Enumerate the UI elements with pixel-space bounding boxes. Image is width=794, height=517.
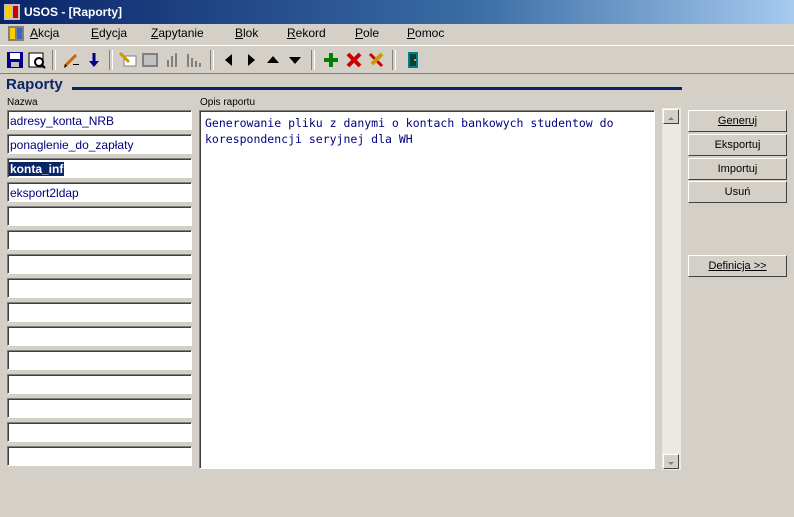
- clear-record-icon[interactable]: [366, 50, 386, 70]
- report-name-field[interactable]: [7, 278, 192, 298]
- menu-akcja-label: kcja: [38, 26, 60, 40]
- save-icon[interactable]: [5, 50, 25, 70]
- delete-button-label: Usuń: [724, 186, 751, 198]
- menu-zapytanie[interactable]: Zapytanie: [151, 26, 204, 40]
- menu-rekord[interactable]: Rekord: [287, 26, 326, 40]
- description-label: Opis raportu: [200, 97, 256, 108]
- menu-blok-mnemonic: B: [235, 26, 244, 40]
- usos-app-icon: [4, 4, 20, 20]
- scroll-up-icon: [668, 117, 674, 120]
- report-description-field[interactable]: Generowanie pliku z danymi o kontach ban…: [199, 110, 655, 469]
- report-name-field[interactable]: [7, 254, 192, 274]
- menu-bar: Akcja Edycja Zapytanie Blok Rekord Pole …: [0, 24, 794, 43]
- report-name-field[interactable]: [7, 350, 192, 370]
- print-preview-icon[interactable]: [27, 50, 47, 70]
- menu-edycja[interactable]: Edycja: [91, 26, 127, 40]
- report-name-field[interactable]: adresy_konta_NRB: [7, 110, 192, 130]
- menu-pole-label: ole: [363, 26, 380, 40]
- import-button[interactable]: Importuj: [688, 158, 787, 180]
- prev-record-icon[interactable]: [263, 50, 283, 70]
- report-name-text: konta_inf: [9, 162, 65, 176]
- section-title: Raporty: [6, 76, 63, 93]
- report-name-field[interactable]: [7, 398, 192, 418]
- bar-chart-2-icon[interactable]: [184, 50, 204, 70]
- vertical-scrollbar[interactable]: [662, 108, 681, 470]
- window-menu-icon[interactable]: [8, 26, 24, 41]
- bar-chart-icon[interactable]: [162, 50, 182, 70]
- report-name-field[interactable]: [7, 230, 192, 250]
- section-divider: [72, 87, 682, 90]
- report-name-text: eksport2ldap: [10, 186, 79, 200]
- menu-pomoc[interactable]: Pomoc: [407, 26, 444, 40]
- menu-blok[interactable]: Blok: [235, 26, 258, 40]
- toolbar-separator: [392, 50, 396, 70]
- report-name-field[interactable]: [7, 326, 192, 346]
- menu-zapytanie-label: apytanie: [158, 26, 204, 40]
- edit-pencil-icon[interactable]: [61, 50, 81, 70]
- toolbar-separator: [109, 50, 113, 70]
- export-button-label: Eksportuj: [714, 139, 761, 151]
- toolbar-separator: [210, 50, 214, 70]
- report-name-field[interactable]: [7, 422, 192, 442]
- menu-edycja-mnemonic: E: [91, 26, 100, 40]
- import-button-label: Importuj: [717, 163, 758, 175]
- menu-edycja-label: dycja: [99, 26, 128, 40]
- query-execute-icon[interactable]: [140, 50, 160, 70]
- report-name-field[interactable]: ponaglenie_do_zapłaty: [7, 134, 192, 154]
- next-block-icon[interactable]: [241, 50, 261, 70]
- query-enter-icon[interactable]: [118, 50, 138, 70]
- report-name-field[interactable]: [7, 446, 192, 466]
- report-name-field[interactable]: eksport2ldap: [7, 182, 192, 202]
- next-record-icon[interactable]: [285, 50, 305, 70]
- name-column-label: Nazwa: [7, 97, 38, 108]
- generate-button-label: Generuj: [717, 115, 758, 127]
- export-button[interactable]: Eksportuj: [688, 134, 787, 156]
- menu-pole-mnemonic: P: [355, 26, 364, 40]
- report-name-field[interactable]: [7, 302, 192, 322]
- report-name-field[interactable]: [7, 374, 192, 394]
- toolbar: [0, 45, 794, 74]
- exit-door-icon[interactable]: [403, 50, 423, 70]
- menu-pole[interactable]: Pole: [355, 26, 379, 40]
- scroll-down-icon: [668, 462, 674, 465]
- delete-button[interactable]: Usuń: [688, 181, 787, 203]
- menu-rekord-label: ekord: [295, 26, 326, 40]
- report-name-field[interactable]: [7, 206, 192, 226]
- definition-button-label: Definicja >>: [708, 260, 767, 272]
- title-bar[interactable]: USOS - [Raporty]: [0, 0, 794, 24]
- scroll-down-button[interactable]: [663, 454, 679, 469]
- report-name-field[interactable]: konta_inf: [7, 158, 192, 178]
- menu-pomoc-label: omoc: [415, 26, 445, 40]
- report-name-text: ponaglenie_do_zapłaty: [10, 138, 134, 152]
- generate-button[interactable]: Generuj: [688, 110, 787, 132]
- toolbar-separator: [311, 50, 315, 70]
- menu-blok-label: lok: [243, 26, 259, 40]
- definition-button[interactable]: Definicja >>: [688, 255, 787, 277]
- report-description-text: Generowanie pliku z danymi o kontach ban…: [205, 116, 614, 146]
- status-area: [0, 473, 794, 517]
- prev-block-icon[interactable]: [219, 50, 239, 70]
- report-name-text: adresy_konta_NRB: [10, 114, 115, 128]
- menu-akcja[interactable]: Akcja: [30, 26, 59, 40]
- menu-rekord-mnemonic: R: [287, 26, 296, 40]
- insert-record-icon[interactable]: [321, 50, 341, 70]
- toolbar-separator: [52, 50, 56, 70]
- window-title: USOS - [Raporty]: [24, 5, 123, 19]
- menu-akcja-mnemonic: A: [30, 26, 39, 40]
- scroll-up-button[interactable]: [663, 109, 679, 124]
- delete-record-icon[interactable]: [344, 50, 364, 70]
- menu-pomoc-mnemonic: P: [407, 26, 416, 40]
- download-arrow-icon[interactable]: [84, 50, 104, 70]
